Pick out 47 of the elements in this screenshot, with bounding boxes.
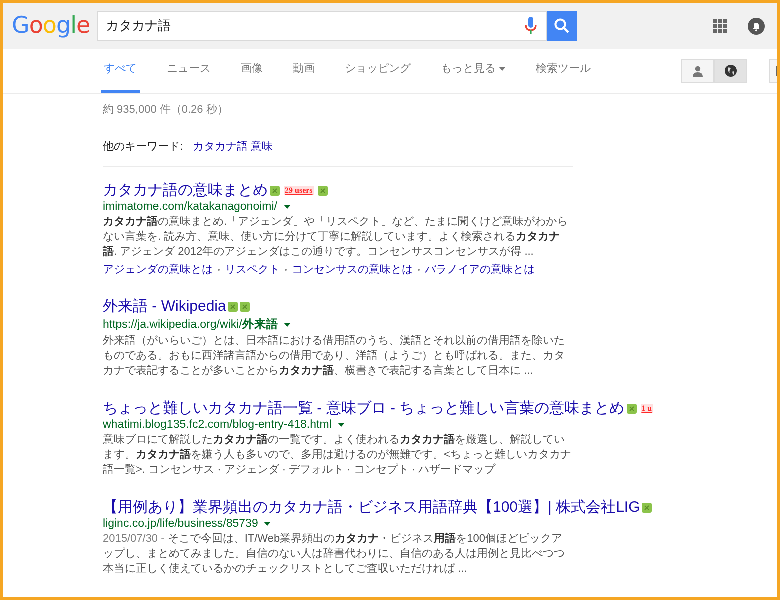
result-title-link[interactable]: 外来語 - Wikipedia xyxy=(103,297,226,316)
result-title-link[interactable]: カタカナ語の意味まとめ xyxy=(103,181,268,200)
nav-tab[interactable]: すべて xyxy=(101,61,140,93)
result-url: whatimi.blog135.fc2.com/blog-entry-418.html xyxy=(103,419,332,431)
notification-bell-icon[interactable] xyxy=(748,18,765,34)
sitelink[interactable]: アジェンダの意味とは xyxy=(103,262,213,277)
nav-tab[interactable]: 画像 xyxy=(238,61,266,93)
view-toggle-button[interactable] xyxy=(681,59,714,83)
bookmark-icon[interactable] xyxy=(228,302,238,312)
sitelink[interactable]: コンセンサスの意味とは xyxy=(292,262,413,277)
search-field[interactable]: カタカナ語 xyxy=(97,11,547,41)
result-url: imimatome.com/katakanagonoimi/ xyxy=(103,201,278,213)
bookmark-icon[interactable] xyxy=(626,404,637,414)
result-title-link[interactable]: 【用例あり】業界頻出のカタカナ語・ビジネス用語辞典【100選】| 株式会社LIG xyxy=(103,498,640,517)
caret-icon xyxy=(499,66,506,70)
nav-tab[interactable]: 検索ツール xyxy=(533,61,594,93)
sitelink[interactable]: リスペクト xyxy=(225,262,280,277)
nav-tab[interactable]: ニュース xyxy=(164,61,214,93)
result-url: liginc.co.jp/life/business/85739 xyxy=(103,518,258,530)
dropdown-caret-icon[interactable] xyxy=(338,423,345,427)
dropdown-caret-icon[interactable] xyxy=(284,205,290,209)
bookmark-icon[interactable] xyxy=(318,186,328,196)
related-label: 他のキーワード: xyxy=(103,140,184,154)
search-button[interactable] xyxy=(547,11,577,41)
result-snippet: 外来語（がいらいご）とは、日本語における借用語のうち、漢語とそれ以前の借用語を除いたものである。おもに西洋諸言語からの借用であり、洋語（ようご）とも呼ばれる。また、カタカナで表記することが多いことからカタカナ語、横書きで表記する言葉として日本に ... xyxy=(103,334,566,379)
related-link[interactable]: カタカナ語 意味 xyxy=(193,139,274,154)
nav-tab[interactable]: ショッピング xyxy=(342,61,414,93)
result-url: https://ja.wikipedia.org/wiki/外来語 xyxy=(103,317,278,332)
dropdown-caret-icon[interactable] xyxy=(264,522,272,526)
person-icon xyxy=(692,66,702,76)
nav-tab[interactable]: 動画 xyxy=(290,61,318,93)
search-icon xyxy=(554,18,570,34)
result-title-link[interactable]: ちょっと難しいカタカナ語一覧 - 意味ブロ - ちょっと難しい言葉の意味まとめ xyxy=(103,399,625,418)
bookmark-icon[interactable] xyxy=(270,186,280,196)
view-toggle-button[interactable] xyxy=(714,59,747,83)
nav-tab[interactable]: もっと見る xyxy=(438,61,509,93)
dropdown-caret-icon[interactable] xyxy=(284,322,292,326)
microphone-icon[interactable] xyxy=(525,17,537,35)
result-snippet: 意味ブロにて解説したカタカナ語の一覧です。よく使われるカタカナ語を厳選し、解説しています。カタカナ語を嫌う人も多いので、多用は避けるのが無難です。<ちょっと難しいカタカナ語一覧>. コンセンサス · アジェンダ · デフォルト · コンセプト · ハザードマップ xyxy=(103,433,572,478)
globe-icon xyxy=(724,65,736,77)
sitelink[interactable]: パラノイアの意味とは xyxy=(425,262,535,277)
bookmark-icon[interactable] xyxy=(642,502,652,512)
result-stats: 約 935,000 件（0.26 秒） xyxy=(103,103,230,117)
apps-grid-icon[interactable] xyxy=(713,19,727,33)
result-snippet: 2015/07/30 - そこで今回は、IT/Web業界頻出のカタカナ・ビジネス用語を100個ほどピックアップし、まとめてみました。自信のない人は辞書代わりに、自信のある人は用例と見比べつつ本当に正しく使えているかのチェックリストとしてご査収いただければ ... xyxy=(103,532,566,577)
bookmark-icon[interactable] xyxy=(240,302,250,312)
result-snippet: カタカナ語の意味まとめ.「アジェンダ」や「リスペクト」など、たまに聞くけど意味がわからない言葉を. 読み方、意味、使い方に分けて丁寧に解説しています。よく検索されるカタカナ語. アジェンダ 2012年のアジェンダはこの通りです。コンセンサスコンセンサスが得 ... xyxy=(103,215,570,260)
